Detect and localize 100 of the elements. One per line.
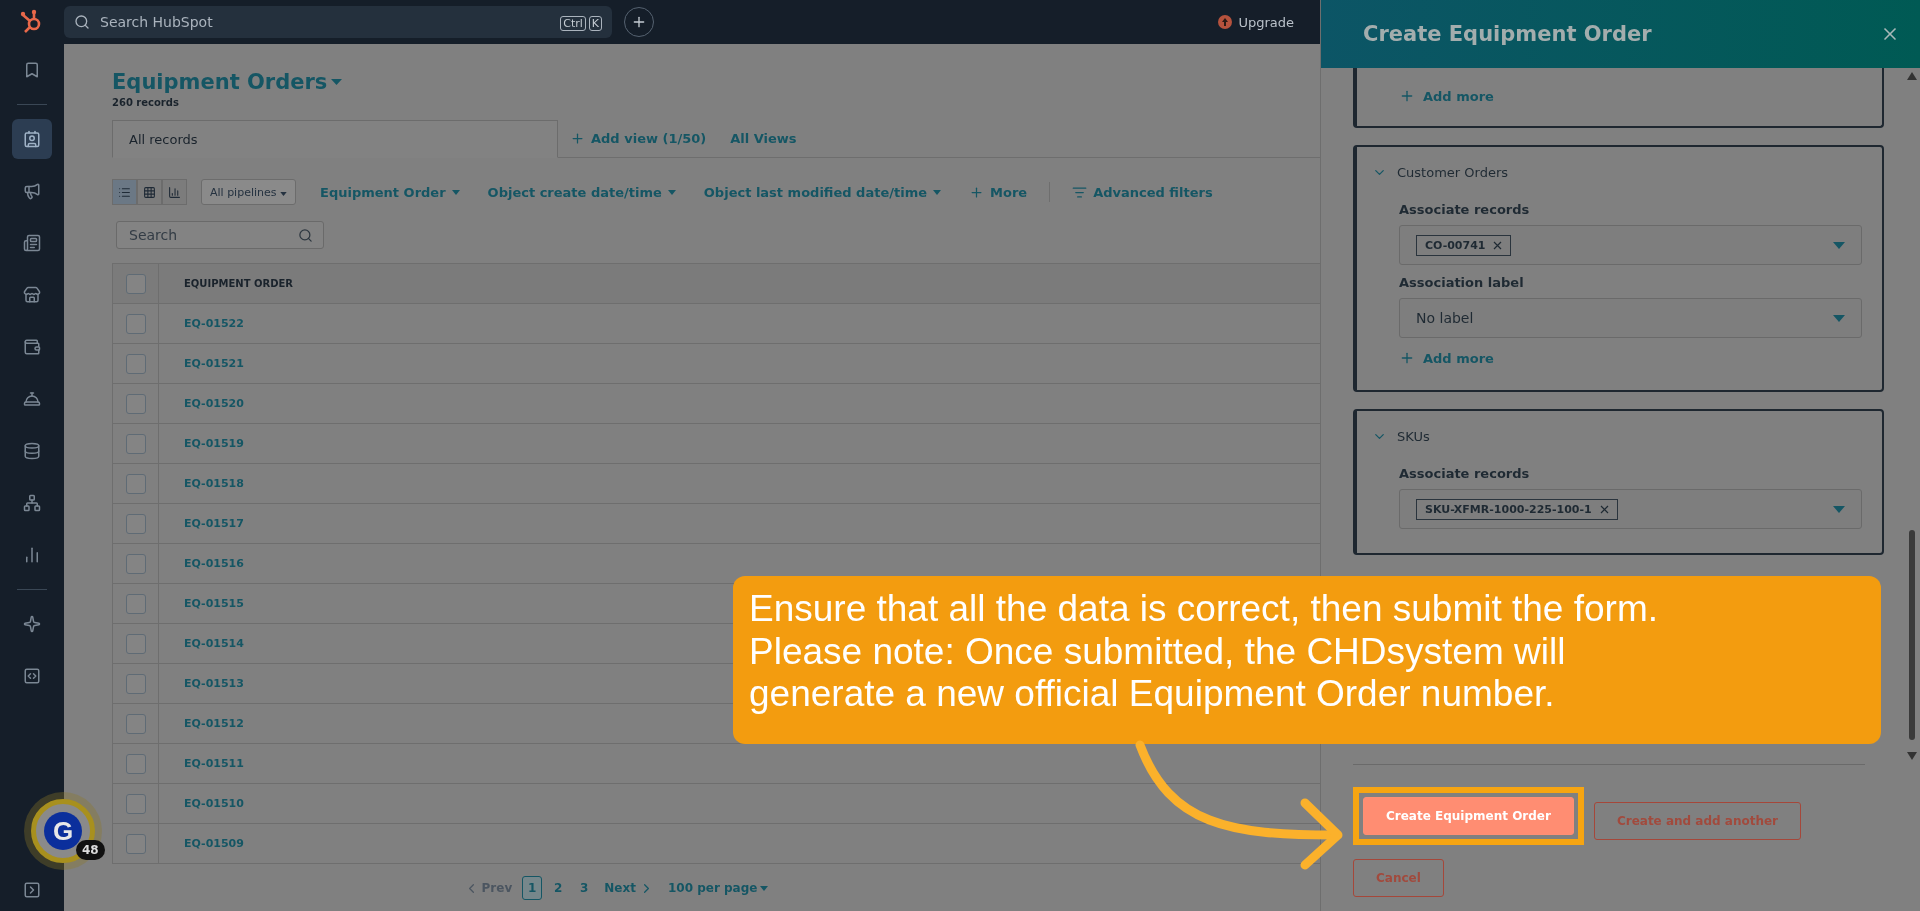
plus-icon (1399, 350, 1415, 366)
scroll-up-icon[interactable] (1907, 72, 1917, 80)
marketing-icon (23, 182, 41, 200)
automation-icon (23, 494, 41, 512)
per-page-dropdown[interactable]: 100 per page (663, 881, 773, 895)
all-views-link[interactable]: All Views (718, 119, 809, 157)
record-link[interactable]: EQ-01518 (159, 477, 244, 490)
view-mode-button[interactable] (137, 179, 162, 205)
record-link[interactable]: EQ-01510 (159, 797, 244, 810)
record-link[interactable]: EQ-01520 (159, 397, 244, 410)
record-link[interactable]: EQ-01514 (159, 637, 244, 650)
shortcut-key: Ctrl (560, 16, 586, 31)
create-another-button[interactable]: Create and add another (1593, 802, 1802, 840)
board-icon (143, 185, 156, 199)
add-more-button[interactable]: Add more (1399, 88, 1862, 104)
create-order-button[interactable]: Create Equipment Order (1363, 797, 1574, 835)
row-checkbox[interactable] (125, 313, 146, 334)
expand-button[interactable] (23, 881, 41, 899)
pipeline-dropdown[interactable]: All pipelines (201, 179, 296, 205)
caret-icon (667, 189, 676, 195)
page-number[interactable]: 2 (548, 876, 569, 900)
filter-dropdown[interactable]: Object last modified date/time (691, 173, 953, 211)
record-link[interactable]: EQ-01516 (159, 557, 244, 570)
field-label: Association label (1399, 275, 1525, 290)
row-checkbox[interactable] (125, 433, 146, 454)
service-icon (23, 390, 41, 408)
scrollbar-thumb[interactable] (1909, 530, 1915, 740)
search-placeholder: Search HubSpot (100, 14, 214, 30)
reporting-icon (23, 546, 41, 564)
label-select[interactable]: No label (1399, 298, 1862, 338)
commerce-icon (23, 286, 41, 304)
record-link[interactable]: EQ-01517 (159, 517, 244, 530)
record-link[interactable]: EQ-01519 (159, 437, 244, 450)
search-input[interactable]: Search (127, 226, 298, 244)
row-checkbox[interactable] (125, 833, 146, 854)
page-number[interactable]: 1 (522, 876, 543, 900)
assistant-logo: G (44, 812, 82, 850)
record-link[interactable]: EQ-01511 (159, 757, 244, 770)
record-link[interactable]: EQ-01513 (159, 677, 244, 690)
row-checkbox[interactable] (125, 593, 146, 614)
view-mode-button[interactable] (162, 179, 187, 205)
search-icon (74, 14, 90, 30)
records-select[interactable]: SKU-XFMR-1000-225-100-1 (1399, 489, 1862, 529)
field-label: Associate records (1399, 202, 1531, 217)
plus-icon (631, 14, 647, 30)
scroll-down-icon[interactable] (1907, 752, 1917, 760)
row-checkbox[interactable] (125, 553, 146, 574)
cancel-button[interactable]: Cancel (1353, 859, 1444, 897)
plus-icon (1399, 88, 1415, 104)
records-select[interactable]: CO-00741 (1399, 225, 1862, 265)
row-checkbox[interactable] (125, 673, 146, 694)
add-more-button[interactable]: Add more (1399, 350, 1862, 366)
data-icon (23, 442, 41, 460)
caret-icon (1833, 241, 1845, 249)
row-checkbox[interactable] (125, 473, 146, 494)
record-link[interactable]: EQ-01512 (159, 717, 244, 730)
section-toggle[interactable]: SKUs (1372, 429, 1862, 444)
more-button[interactable]: More (957, 173, 1040, 211)
record-link[interactable]: EQ-01509 (159, 837, 244, 850)
record-link[interactable]: EQ-01521 (159, 357, 244, 370)
section-toggle[interactable]: Customer Orders (1372, 165, 1862, 180)
filter-dropdown[interactable]: Equipment Order (308, 173, 472, 211)
expand-icon (23, 881, 41, 899)
caret-icon (1833, 314, 1845, 322)
add-view-button[interactable]: Add view (1/50) (558, 119, 719, 157)
remove-icon[interactable] (1493, 240, 1503, 250)
sidebar-item[interactable] (12, 119, 52, 159)
record-count: 260 records (112, 97, 180, 108)
record-link[interactable]: EQ-01515 (159, 597, 244, 610)
advanced-filters-button[interactable]: Advanced filters (1060, 173, 1225, 211)
caret-icon[interactable] (331, 79, 343, 85)
column-header[interactable]: EQUIPMENT ORDER (159, 278, 293, 289)
field-label: Associate records (1399, 466, 1531, 481)
plus-icon (969, 184, 984, 200)
row-checkbox[interactable] (125, 753, 146, 774)
page-title[interactable]: Equipment Orders (112, 70, 328, 94)
plus-icon (570, 130, 585, 146)
row-checkbox[interactable] (125, 633, 146, 654)
record-tag: CO-00741 (1416, 234, 1512, 256)
filter-dropdown[interactable]: Object create date/time (475, 173, 688, 211)
table-search-field[interactable]: Search (116, 221, 324, 249)
page-number[interactable]: 3 (574, 876, 595, 900)
remove-icon[interactable] (1599, 504, 1609, 514)
row-checkbox[interactable] (125, 353, 146, 374)
select-all-checkbox[interactable] (125, 273, 146, 294)
view-tab[interactable]: All records (112, 120, 558, 158)
view-mode-button[interactable] (112, 179, 137, 205)
row-checkbox[interactable] (125, 393, 146, 414)
row-checkbox[interactable] (125, 793, 146, 814)
instruction-callout: Ensure that all the data is correct, then submit the form. Please note: Once submitted, the CHDsystem will generate a new official Equipment Order number. (733, 576, 1881, 744)
record-tag: SKU-XFMR-1000-225-100-1 (1416, 498, 1618, 520)
upgrade-button[interactable]: Upgrade (1212, 13, 1300, 31)
row-checkbox[interactable] (125, 713, 146, 734)
caret-icon (1833, 505, 1845, 513)
next-button[interactable]: Next (600, 880, 658, 896)
contacts-icon (23, 130, 41, 148)
record-link[interactable]: EQ-01522 (159, 317, 244, 330)
row-checkbox[interactable] (125, 513, 146, 534)
search-field[interactable]: Search HubSpot Ctrl K (64, 6, 612, 38)
caret-icon (760, 885, 769, 891)
